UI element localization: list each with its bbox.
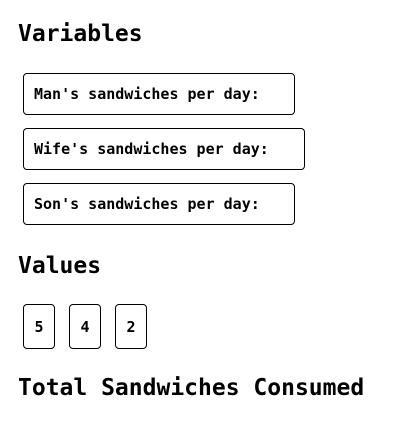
value-text: 2 <box>126 317 136 336</box>
variable-label: Wife's sandwiches per day: <box>34 140 269 158</box>
value-text: 5 <box>34 317 44 336</box>
variables-heading: Variables <box>18 21 143 47</box>
variable-son-sandwiches[interactable]: Son's sandwiches per day: <box>23 183 295 225</box>
value-box[interactable]: 4 <box>69 304 101 349</box>
total-heading: Total Sandwiches Consumed <box>18 375 365 401</box>
variable-label: Man's sandwiches per day: <box>34 85 260 103</box>
value-box[interactable]: 2 <box>115 304 147 349</box>
sandwich-calculator-page: Variables Man's sandwiches per day: Wife… <box>0 0 400 421</box>
variable-label: Son's sandwiches per day: <box>34 195 260 213</box>
variable-man-sandwiches[interactable]: Man's sandwiches per day: <box>23 73 295 115</box>
variable-wife-sandwiches[interactable]: Wife's sandwiches per day: <box>23 128 305 170</box>
value-text: 4 <box>80 317 90 336</box>
values-heading: Values <box>18 253 102 279</box>
value-box[interactable]: 5 <box>23 304 55 349</box>
